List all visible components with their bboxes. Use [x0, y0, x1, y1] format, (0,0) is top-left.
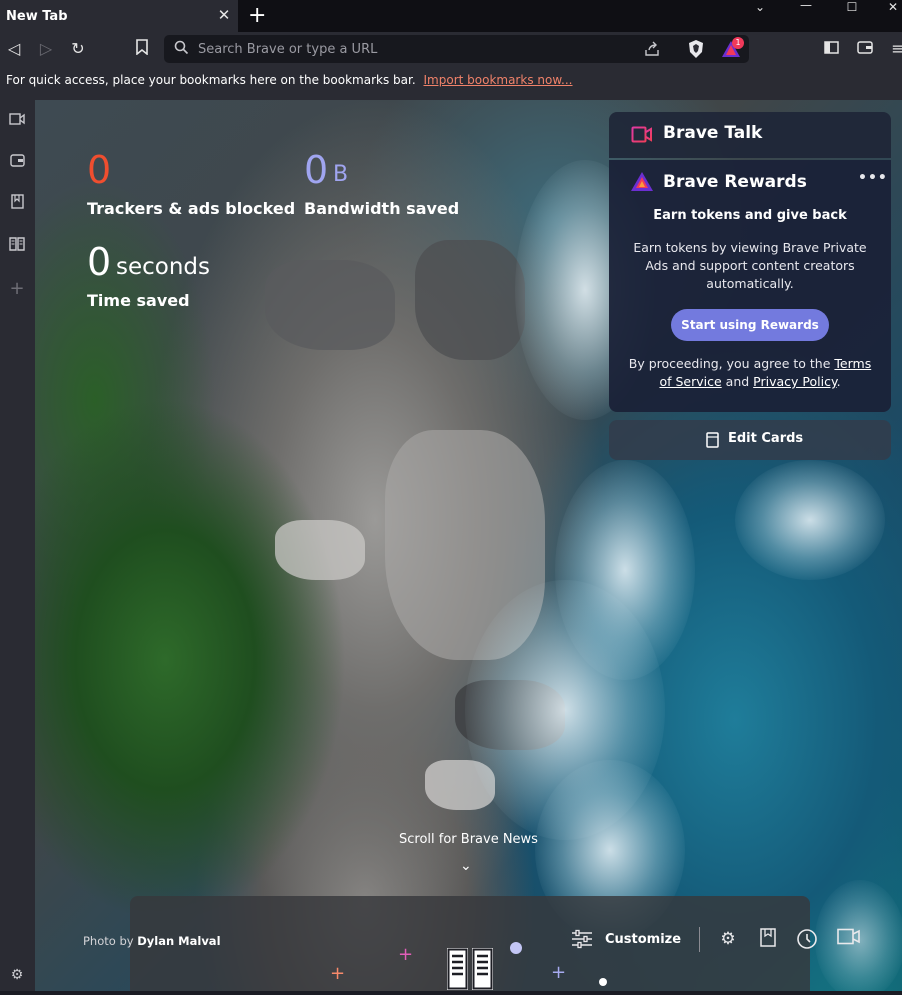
customize-label: Customize: [605, 931, 682, 947]
tab-new-tab[interactable]: New Tab ✕: [0, 0, 238, 32]
sidebar-toggle-icon[interactable]: [821, 39, 841, 59]
edit-cards-button[interactable]: Edit Cards: [609, 420, 891, 460]
menu-icon[interactable]: ≡: [888, 39, 902, 59]
brave-shields-icon[interactable]: [687, 39, 705, 63]
search-input[interactable]: [198, 38, 598, 60]
brave-rewards-title: Brave Rewards: [663, 172, 807, 192]
navigation-toolbar: ◁ ▷ ↻ 1 ≡: [0, 32, 902, 67]
dot-decoration: [510, 942, 522, 954]
brave-rewards-logo-icon: [630, 171, 654, 196]
bookmarks-bar-message: For quick access, place your bookmarks h…: [6, 73, 416, 87]
minimize-icon[interactable]: —: [795, 0, 817, 14]
brave-talk-title: Brave Talk: [663, 123, 763, 143]
customize-button[interactable]: Customize: [571, 929, 681, 949]
bandwidth-saved-label: Bandwidth saved: [304, 199, 460, 218]
brave-talk-card[interactable]: Brave Talk: [609, 112, 891, 158]
close-icon[interactable]: ✕: [882, 0, 902, 16]
footer-divider: [699, 927, 700, 952]
plus-icon[interactable]: +: [248, 4, 266, 28]
bookmarks-icon[interactable]: [6, 194, 28, 216]
photographer-name[interactable]: Dylan Malval: [137, 934, 220, 948]
history-icon[interactable]: [796, 928, 818, 950]
time-saved-label: Time saved: [87, 291, 190, 310]
title-bar: New Tab ✕ + ⌄ — ☐ ✕: [0, 0, 902, 32]
brave-talk-icon: [631, 126, 653, 147]
wallet-icon[interactable]: [855, 39, 875, 59]
tab-title: New Tab: [6, 8, 68, 24]
trackers-blocked-label: Trackers & ads blocked: [87, 199, 296, 218]
reading-list-icon[interactable]: [6, 236, 28, 258]
rewards-heading: Earn tokens and give back: [653, 208, 847, 223]
more-options-icon[interactable]: •••: [858, 170, 888, 186]
chevron-down-icon[interactable]: ⌄: [460, 858, 472, 874]
video-camera-icon[interactable]: [6, 110, 28, 132]
sliders-icon: [572, 929, 592, 949]
add-icon[interactable]: +: [6, 278, 28, 300]
trackers-blocked-value: 0: [87, 148, 112, 192]
sidebar: + ⚙: [0, 100, 35, 991]
maximize-icon[interactable]: ☐: [841, 0, 863, 16]
edit-cards-label: Edit Cards: [728, 431, 804, 446]
bookmarks-bar: For quick access, place your bookmarks h…: [0, 67, 902, 100]
video-camera-icon[interactable]: [836, 928, 862, 950]
sparkle-decoration: +: [398, 944, 414, 965]
rewards-description: Earn tokens by viewing Brave Private Ads…: [633, 240, 867, 291]
bandwidth-saved-unit: B: [333, 162, 349, 187]
sparkle-decoration: +: [330, 963, 346, 984]
dot-decoration: [599, 978, 607, 986]
privacy-policy-link[interactable]: Privacy Policy: [753, 374, 836, 389]
bandwidth-saved-value: 0: [304, 148, 329, 192]
photo-by-label: Photo by: [83, 934, 134, 948]
scroll-for-news-label[interactable]: Scroll for Brave News: [399, 832, 538, 847]
search-icon: [174, 40, 189, 59]
chevron-down-icon[interactable]: ⌄: [749, 0, 771, 16]
back-icon[interactable]: ◁: [4, 39, 24, 59]
edit-cards-icon: [706, 432, 719, 452]
bookmarks-icon[interactable]: [757, 928, 779, 950]
time-saved-unit: seconds: [116, 254, 211, 280]
terms-prefix: By proceeding, you agree to the: [628, 356, 831, 371]
brave-news-book-icon[interactable]: [445, 944, 495, 995]
brave-rewards-card: Brave Rewards ••• Earn tokens and give b…: [609, 160, 891, 412]
address-bar[interactable]: 1: [164, 35, 749, 63]
terms-and: and: [725, 374, 750, 389]
close-icon[interactable]: ✕: [216, 7, 232, 23]
forward-icon[interactable]: ▷: [36, 39, 56, 59]
rewards-badge: 1: [732, 37, 744, 49]
photo-credit: Photo by Dylan Malval: [83, 934, 221, 948]
settings-icon[interactable]: ⚙: [717, 928, 739, 950]
sparkle-decoration: +: [551, 962, 567, 983]
rewards-terms: By proceeding, you agree to the Terms of…: [625, 355, 875, 391]
reload-icon[interactable]: ↻: [68, 39, 88, 59]
terms-suffix: .: [836, 374, 841, 389]
start-using-rewards-button[interactable]: Start using Rewards: [671, 309, 829, 341]
share-icon[interactable]: [644, 41, 660, 61]
import-bookmarks-link[interactable]: Import bookmarks now...: [424, 73, 573, 87]
wallet-icon[interactable]: [6, 152, 28, 174]
bookmark-icon[interactable]: [132, 39, 152, 59]
settings-icon[interactable]: ⚙: [6, 964, 28, 986]
time-saved-value: 0: [87, 240, 112, 284]
